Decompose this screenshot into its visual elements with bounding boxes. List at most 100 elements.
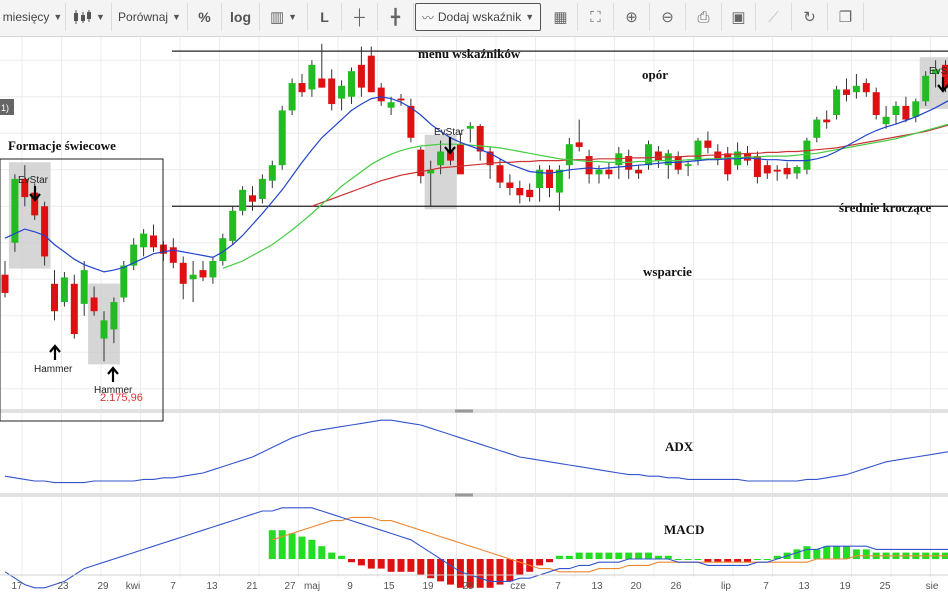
x-tick-label: 13 — [206, 581, 218, 592]
evstar-label-2: EvStar — [434, 127, 465, 138]
candle-body — [813, 119, 821, 138]
print-button[interactable]: ⎙ — [686, 3, 722, 31]
support-annotation: wsparcie — [643, 264, 692, 279]
x-tick-label: kwi — [126, 581, 140, 592]
sma-mid-line — [222, 123, 948, 269]
macd-histogram-bar — [862, 549, 870, 559]
candle-body — [189, 274, 197, 280]
candle-body — [476, 125, 484, 152]
candle-body — [912, 101, 920, 117]
candle-body — [268, 165, 276, 181]
candle-body — [783, 167, 791, 175]
candle-body — [704, 140, 712, 148]
macd-histogram-bar — [833, 546, 841, 559]
x-tick-label: cze — [510, 581, 526, 592]
candle-body — [526, 189, 534, 198]
percent-button[interactable]: % — [188, 3, 222, 31]
macd-annotation: MACD — [664, 522, 704, 537]
chart-type-select[interactable]: ▼ — [66, 3, 112, 31]
macd-panel — [4, 507, 948, 589]
compare-select[interactable]: Porównaj ▼ — [112, 3, 188, 31]
candle-body — [635, 169, 643, 174]
x-axis: 17 23 29 kwi 7 13 21 27 maj 9 15 19 25 cze 7 13 20 26 lip 7… — [0, 574, 948, 592]
menu-annotation: menu wskaźników — [418, 46, 521, 61]
candle-body — [199, 270, 207, 278]
macd-histogram-bar — [318, 546, 326, 559]
x-tick-label: 21 — [246, 581, 258, 592]
log-button[interactable]: log — [222, 3, 260, 31]
candle-body — [506, 182, 514, 188]
candle-body — [437, 151, 445, 166]
macd-histogram-bar — [684, 559, 692, 560]
candle-body — [516, 188, 524, 196]
evstar-label-3: EvS — [929, 66, 948, 77]
candle-body — [902, 105, 910, 120]
zoom-in-button[interactable]: ⊕ — [614, 3, 650, 31]
image-button[interactable]: ▣ — [722, 3, 756, 31]
macd-histogram-bar — [298, 536, 306, 559]
macd-histogram-bar — [486, 559, 494, 588]
macd-histogram-bar — [268, 530, 276, 559]
candle-body — [41, 206, 49, 257]
window-button[interactable]: ❐ — [828, 3, 864, 31]
candle-body — [90, 297, 98, 312]
x-tick-label: maj — [304, 581, 320, 592]
candle-body — [605, 169, 613, 175]
zoom-out-icon: ⊖ — [661, 9, 674, 26]
macd-histogram-bar — [852, 549, 860, 559]
candle-body — [694, 140, 702, 161]
chart-button[interactable]: ⟋ — [756, 3, 792, 31]
candle-body — [595, 169, 603, 175]
crosshair2-button[interactable]: ╋ — [378, 3, 414, 31]
macd-histogram-bar — [615, 552, 623, 559]
x-tick-label: 29 — [97, 581, 109, 592]
crosshair-button[interactable]: ┼ — [342, 3, 378, 31]
add-indicator-button[interactable]: 〰 Dodaj wskaźnik ▼ — [415, 3, 541, 31]
candle-body — [60, 277, 68, 303]
period-select[interactable]: miesięcy ▼ — [0, 3, 66, 31]
x-tick-label: 17 — [11, 581, 23, 592]
crosshair2-icon: ╋ — [390, 9, 401, 26]
candle-patterns-annotation: Formacje świecowe — [8, 138, 116, 153]
window-icon: ❐ — [838, 9, 853, 26]
candle-body — [922, 75, 930, 102]
candle-body — [496, 165, 504, 183]
macd-histogram-bar — [674, 559, 682, 560]
bars-select[interactable]: ▥ ▼ — [260, 3, 308, 31]
candle-body — [852, 85, 860, 93]
panel-resize-handle — [455, 409, 473, 413]
candle-body — [565, 144, 573, 166]
refresh-button[interactable]: ↻ — [792, 3, 828, 31]
candle-body — [338, 85, 346, 99]
macd-histogram-bar — [348, 559, 355, 563]
candle-body — [357, 64, 365, 88]
macd-histogram-bar — [437, 559, 445, 582]
candle-body — [466, 125, 474, 129]
candle-body — [100, 320, 108, 339]
zoom-out-button[interactable]: ⊖ — [650, 3, 686, 31]
macd-histogram-bar — [793, 549, 801, 559]
macd-histogram-bar — [328, 552, 336, 559]
candle-body — [70, 283, 78, 334]
x-tick-label: 20 — [630, 581, 642, 592]
refresh-icon: ↻ — [803, 9, 816, 26]
candle-body — [862, 83, 870, 93]
candle-body — [308, 64, 316, 90]
candle-body — [882, 116, 890, 125]
macd-histogram-bar — [843, 546, 850, 559]
line-button[interactable]: L — [308, 3, 342, 31]
candle-body — [872, 92, 880, 115]
bars-icon: ▥ — [269, 9, 285, 26]
x-tick-label: 23 — [57, 581, 69, 592]
fullscreen-button[interactable]: ⛶ — [578, 3, 614, 31]
candle-body — [724, 153, 732, 175]
macd-histogram-bar — [407, 559, 415, 572]
toolbar: miesięcy ▼ ▼ Porównaj ▼ % log ▥ ▼ L ┼ ╋ 〰 Do… — [0, 0, 948, 37]
panel-separator — [0, 409, 948, 413]
macd-histogram-bar — [506, 559, 514, 582]
candle-body — [387, 102, 395, 108]
macd-histogram-bar — [605, 552, 613, 559]
chart-icon: ⟋ — [768, 8, 779, 26]
candle-body — [150, 235, 157, 248]
grid-button[interactable]: ▦ — [544, 3, 578, 31]
